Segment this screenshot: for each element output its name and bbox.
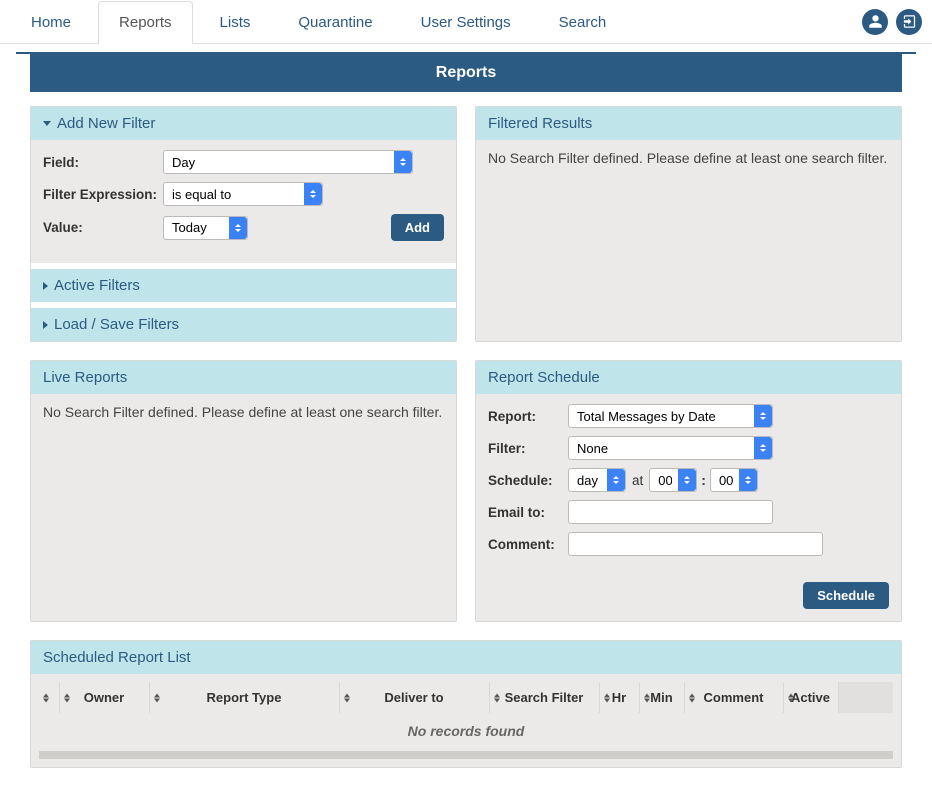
live-reports-header: Live Reports [31,361,456,394]
filtered-results-panel: Filtered Results No Search Filter define… [475,106,902,342]
col-owner[interactable]: Owner [59,682,149,713]
live-reports-message: No Search Filter defined. Please define … [31,394,456,434]
table-horizontal-scrollbar[interactable] [39,751,893,759]
report-schedule-header: Report Schedule [476,361,901,394]
scheduled-report-table: Owner Report Type Deliver to Search Filt… [39,682,893,749]
active-filters-header[interactable]: Active Filters [31,263,456,302]
schedule-minute-select[interactable]: 00 [711,469,757,491]
schedule-filter-label: Filter: [488,441,568,456]
scheduled-report-list-panel: Scheduled Report List Owner Report Type … [30,640,902,768]
schedule-comment-input[interactable] [568,532,823,556]
report-schedule-panel: Report Schedule Report: Total Messages b… [475,360,902,622]
schedule-filter-select[interactable]: None [569,437,772,459]
schedule-period-select[interactable]: day [569,469,625,491]
user-icon[interactable] [862,9,888,35]
value-label: Value: [43,220,163,235]
schedule-comment-label: Comment: [488,537,568,552]
tab-user-settings[interactable]: User Settings [400,1,532,44]
schedule-report-label: Report: [488,409,568,424]
schedule-email-input[interactable] [568,500,773,524]
tab-reports[interactable]: Reports [98,1,193,44]
schedule-report-select[interactable]: Total Messages by Date [569,405,772,427]
schedule-hour-select[interactable]: 00 [650,469,696,491]
tab-search[interactable]: Search [538,1,628,44]
add-filter-panel: Add New Filter Field: Day Filter Expre [30,106,457,342]
filtered-results-header: Filtered Results [476,107,901,140]
chevron-right-icon [43,321,48,329]
chevron-down-icon [43,121,51,126]
live-reports-panel: Live Reports No Search Filter defined. P… [30,360,457,622]
col-report-type[interactable]: Report Type [149,682,339,713]
value-select[interactable]: Today [164,217,247,239]
load-save-filters-label: Load / Save Filters [54,316,179,333]
add-new-filter-label: Add New Filter [57,115,155,132]
load-save-filters-header[interactable]: Load / Save Filters [31,302,456,341]
time-colon: : [701,472,706,488]
tab-quarantine[interactable]: Quarantine [277,1,393,44]
schedule-button[interactable]: Schedule [803,582,889,609]
tab-lists[interactable]: Lists [199,1,272,44]
logout-icon[interactable] [896,9,922,35]
filter-expression-label: Filter Expression: [43,187,163,202]
field-label: Field: [43,155,163,170]
page-title: Reports [30,54,902,92]
add-new-filter-header[interactable]: Add New Filter [31,107,456,140]
add-button[interactable]: Add [391,214,444,241]
filtered-results-message: No Search Filter defined. Please define … [476,140,901,180]
col-blank[interactable] [39,682,59,713]
schedule-email-label: Email to: [488,505,568,520]
active-filters-label: Active Filters [54,277,140,294]
col-min[interactable]: Min [639,682,684,713]
col-trailing [838,682,893,713]
col-search-filter[interactable]: Search Filter [489,682,599,713]
no-records-message: No records found [39,713,893,749]
col-hr[interactable]: Hr [599,682,639,713]
col-comment[interactable]: Comment [684,682,783,713]
filter-expression-select[interactable]: is equal to [164,183,322,205]
field-select[interactable]: Day [164,151,412,173]
col-deliver-to[interactable]: Deliver to [339,682,489,713]
main-tabs: Home Reports Lists Quarantine User Setti… [10,0,633,43]
scheduled-report-list-header: Scheduled Report List [31,641,901,674]
chevron-right-icon [43,282,48,290]
tab-home[interactable]: Home [10,1,92,44]
schedule-period-label: Schedule: [488,473,568,488]
col-active[interactable]: Active [783,682,838,713]
schedule-at-label: at [632,473,643,488]
